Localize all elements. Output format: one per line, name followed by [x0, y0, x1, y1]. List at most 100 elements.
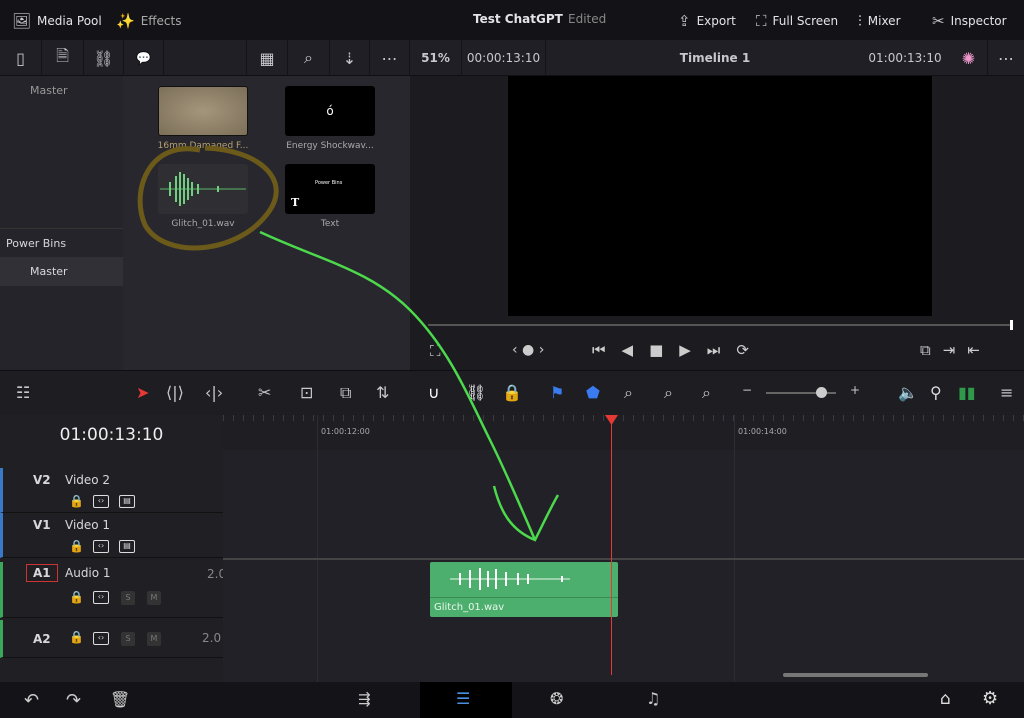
stop-icon[interactable]: ■ [649, 341, 679, 359]
search-icon[interactable]: ⌕ [288, 40, 330, 76]
zoom-custom-icon[interactable]: ⌕ [702, 383, 711, 403]
play-icon[interactable]: ▶ [679, 341, 707, 359]
insert-icon[interactable]: ⊡ [300, 383, 313, 402]
caption-icon[interactable]: 💬 [124, 40, 164, 76]
fusion-page-icon[interactable]: ❂ [550, 689, 563, 708]
link-icon[interactable]: ⛓ [466, 383, 486, 402]
zoom-level[interactable]: 51% [410, 40, 462, 76]
mute-button[interactable]: M [147, 632, 161, 646]
snapping-icon[interactable]: ∪ [428, 383, 440, 402]
mute-button[interactable]: M [147, 591, 161, 605]
zoom-out-icon[interactable]: − [742, 383, 752, 397]
zoom-slider[interactable] [766, 387, 836, 398]
film-icon[interactable]: ▤ [119, 495, 135, 508]
unlink-icon[interactable]: ⛓ [84, 40, 124, 76]
lock-icon[interactable]: 🔒 [69, 630, 84, 644]
bin-master[interactable]: Master [30, 84, 68, 97]
audio-clip[interactable]: Glitch_01.wav [430, 562, 618, 617]
full-screen-button[interactable]: ⛶ Full Screen [756, 12, 838, 30]
undo-icon[interactable]: ↶ [24, 690, 39, 711]
in-point-icon[interactable]: ⇥ [943, 341, 968, 359]
lock-icon[interactable]: 🔒 [69, 494, 84, 508]
lock-icon[interactable]: 🔒 [502, 383, 522, 402]
auto-select-icon[interactable]: ‹› [93, 540, 109, 553]
match-frame-icon[interactable]: ⧉ [920, 341, 943, 359]
clip-thumb-glitch[interactable] [158, 164, 248, 214]
clip-label: 16mm Damaged F... [157, 141, 249, 151]
lock-icon[interactable]: 🔒 [69, 539, 84, 553]
overwrite-icon[interactable]: ⧉ [340, 383, 351, 403]
track-v1[interactable]: V1 Video 1 🔒 ‹› ▤ [0, 513, 223, 558]
media-pool-icon: 🖼 [12, 12, 32, 30]
color-sparkle-icon[interactable]: ✺ [950, 40, 988, 76]
volume-icon[interactable]: 🔈 [898, 383, 918, 402]
viewer-more-icon[interactable]: ⋯ [988, 40, 1024, 76]
power-bin-master[interactable]: Master [0, 257, 123, 286]
transport-controls[interactable]: ⏮◀■▶⏭⟳ [592, 341, 765, 359]
trim-tool-icon[interactable]: ⟨|⟩ [166, 383, 184, 402]
clip-thumb-16mm[interactable] [158, 86, 248, 136]
horizontal-scrollbar[interactable] [783, 673, 928, 677]
lock-icon[interactable]: 🔒 [69, 590, 84, 604]
solo-button[interactable]: S [121, 591, 135, 605]
fairlight-page-icon[interactable]: ♫ [646, 689, 660, 708]
out-point-icon[interactable]: ⇤ [967, 341, 992, 359]
solo-button[interactable]: S [121, 632, 135, 646]
replace-icon[interactable]: ⇅ [376, 383, 389, 402]
redo-icon[interactable]: ↷ [66, 690, 81, 711]
sort-icon[interactable]: ⇣ [330, 40, 370, 76]
go-to-start-icon[interactable]: ⏮ [592, 341, 622, 359]
flag-icon[interactable]: ⚑ [550, 383, 564, 402]
inspector-icon: ✂ [932, 12, 945, 30]
trash-icon[interactable]: 🗑 [110, 690, 130, 709]
track-v2[interactable]: V2 Video 2 🔒 ‹› ▤ [0, 468, 223, 513]
record-mic-icon[interactable]: ⚲ [930, 383, 942, 402]
track-a2[interactable]: A2 🔒 ‹› S M 2.0 [0, 620, 223, 658]
auto-select-icon[interactable]: ‹› [93, 591, 109, 604]
timeline-layout-icon[interactable]: ☷ [16, 383, 30, 402]
full-screen-label: Full Screen [772, 14, 839, 28]
settings-gear-icon[interactable]: ⚙ [982, 688, 998, 709]
menu-icon[interactable]: ≡ [1000, 383, 1013, 402]
clip-thumb-energy[interactable]: ó [285, 86, 375, 136]
timeline-area[interactable]: 01:00:12:00 01:00:14:00 Glitch_01.wav [223, 415, 1024, 682]
inspector-button[interactable]: ✂ Inspector [932, 12, 1007, 30]
zoom-in-icon[interactable]: + [850, 383, 860, 397]
effects-button[interactable]: ✨ Effects [116, 12, 181, 30]
cut-page-icon[interactable]: ⇶ [358, 690, 371, 708]
clip-thumb-text[interactable]: Power Bins T [285, 164, 375, 214]
audio-meter-icon[interactable]: ▮▮ [958, 383, 976, 402]
zoom-full-icon[interactable]: ⌕ [624, 383, 633, 403]
media-grid: 16mm Damaged F... ó Energy Shockwav... G… [123, 76, 410, 370]
zoom-slider-thumb[interactable] [816, 387, 827, 398]
scrubber-handle[interactable] [1010, 320, 1013, 330]
export-button[interactable]: ⇪ Export [678, 12, 736, 30]
razor-icon[interactable]: ✂ [258, 383, 271, 402]
auto-select-icon[interactable]: ‹› [93, 495, 109, 508]
film-icon[interactable]: ▤ [119, 540, 135, 553]
grid-view-icon[interactable]: ▦ [246, 40, 288, 76]
toggle-sidebar-icon[interactable]: ▯ [0, 40, 42, 76]
blade-edit-icon[interactable]: ‹|› [205, 383, 223, 402]
project-title: Test ChatGPT [473, 12, 563, 26]
import-icon[interactable]: 🗎 [42, 40, 84, 76]
zoom-detail-icon[interactable]: ⌕ [664, 383, 673, 403]
mixer-button[interactable]: ⫶ Mixer [858, 12, 901, 30]
clip-waveform-icon [450, 568, 570, 590]
go-to-end-icon[interactable]: ⏭ [707, 341, 737, 359]
auto-select-icon[interactable]: ‹› [93, 632, 109, 645]
selection-tool-icon[interactable]: ➤ [136, 383, 149, 402]
playhead[interactable] [605, 415, 618, 675]
more-icon[interactable]: ⋯ [370, 40, 410, 76]
edit-page-tab[interactable]: ☰ [420, 682, 512, 718]
track-a1[interactable]: A1 Audio 1 2.0 🔒 ‹› S M [0, 562, 226, 618]
media-pool-button[interactable]: 🖼 Media Pool [12, 12, 102, 30]
crop-icon[interactable]: ⛶ [430, 342, 441, 360]
timeline-name[interactable]: Timeline 1 [640, 40, 790, 76]
home-icon[interactable]: ⌂ [940, 689, 951, 709]
scrubber[interactable] [428, 320, 1013, 330]
reverse-icon[interactable]: ◀ [622, 341, 650, 359]
marker-icon[interactable]: ⬟ [586, 383, 600, 402]
loop-icon[interactable]: ⟳ [736, 341, 765, 359]
jog-control[interactable]: ‹ ● › [512, 342, 544, 358]
